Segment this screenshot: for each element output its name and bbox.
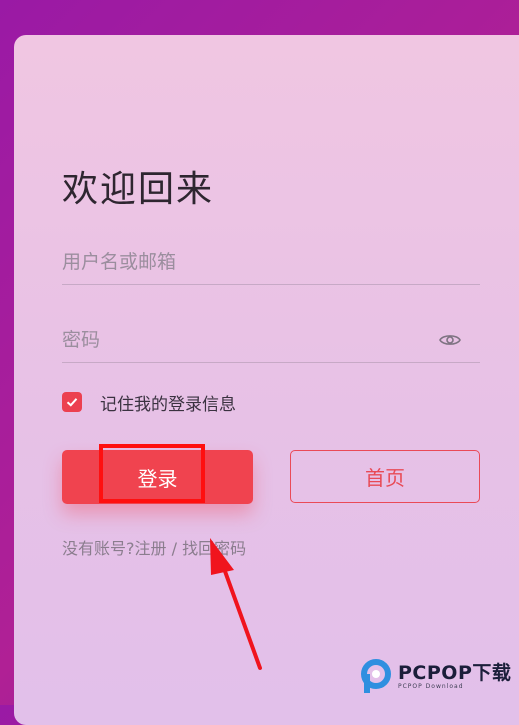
remember-label: 记住我的登录信息: [100, 394, 236, 415]
no-account-text: 没有账号?: [62, 539, 135, 558]
watermark-subtitle: PCPOP Download: [398, 683, 464, 690]
remember-checkbox[interactable]: [62, 392, 82, 412]
check-icon: [66, 398, 78, 407]
page-title: 欢迎回来: [62, 169, 215, 210]
link-separator: /: [166, 539, 183, 558]
login-card: [14, 35, 519, 725]
remember-me[interactable]: 记住我的登录信息: [62, 391, 236, 415]
register-link[interactable]: 注册: [135, 539, 167, 558]
forgot-password-link[interactable]: 找回密码: [182, 539, 246, 558]
username-input[interactable]: [62, 240, 422, 284]
eye-icon[interactable]: [438, 328, 462, 352]
home-button[interactable]: 首页: [290, 450, 480, 503]
password-field: [62, 318, 480, 363]
watermark: PCPOP下载 PCPOP Download: [358, 657, 511, 697]
watermark-brand: PCPOP下载: [398, 662, 512, 684]
annotation-highlight-box: [99, 444, 205, 503]
pcpop-logo-icon: [361, 659, 391, 693]
password-input[interactable]: [62, 318, 422, 362]
username-field: [62, 240, 480, 285]
account-links: 没有账号?注册 / 找回密码: [62, 535, 246, 559]
